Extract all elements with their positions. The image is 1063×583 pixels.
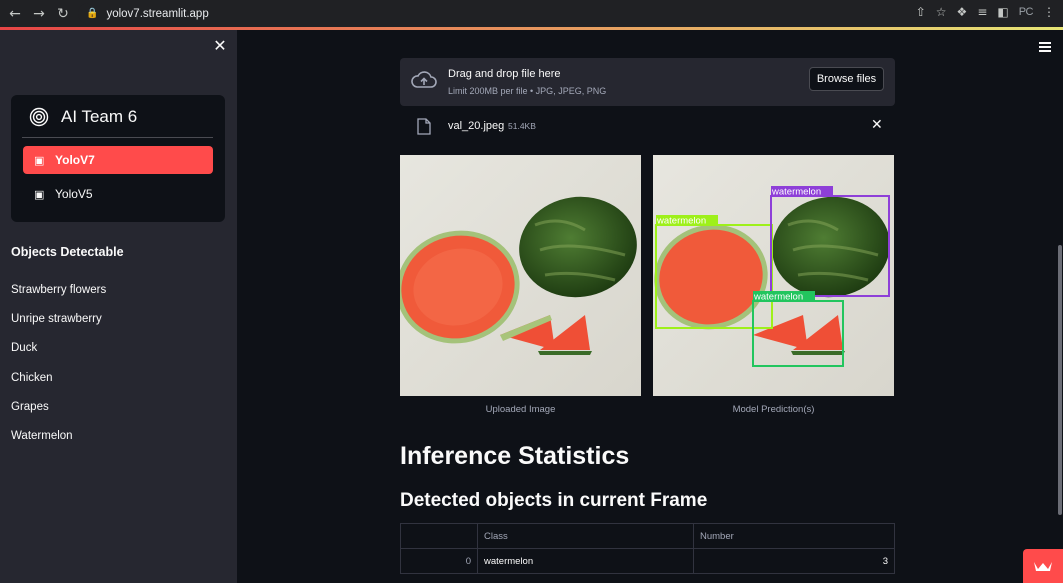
bbox-label: watermelon — [753, 292, 803, 303]
detected-objects-heading: Detected objects in current Frame — [400, 490, 708, 511]
inference-statistics-heading: Inference Statistics — [400, 442, 630, 470]
profile-avatar[interactable]: PC — [1019, 6, 1034, 18]
number-cell: 3 — [693, 548, 895, 574]
streamlit-badge[interactable] — [1023, 549, 1063, 583]
address-bar[interactable]: 🔒 yolov7.streamlit.app — [78, 3, 948, 24]
menu-item-yolov5[interactable]: ▣ YoloV5 — [23, 180, 213, 208]
menu-item-label: YoloV7 — [55, 153, 95, 167]
menu-item-label: YoloV5 — [55, 187, 93, 201]
column-header[interactable] — [400, 523, 478, 549]
menu-title: AI Team 6 — [61, 107, 138, 126]
file-size: 51.4KB — [508, 121, 536, 131]
uploader-title: Drag and drop file here — [448, 68, 561, 80]
column-header[interactable]: Number — [693, 523, 895, 549]
object-item: Unripe strawberry — [11, 313, 102, 325]
media-icon[interactable]: ≡ — [977, 5, 987, 19]
main-content: Drag and drop file here Limit 200MB per … — [237, 30, 1063, 583]
file-uploader-dropzone[interactable]: Drag and drop file here Limit 200MB per … — [400, 58, 895, 106]
objects-detectable-heading: Objects Detectable — [11, 245, 124, 259]
column-header[interactable]: Class — [477, 523, 694, 549]
crown-icon — [1034, 562, 1052, 571]
menu-divider — [22, 137, 213, 138]
browser-menu-icon[interactable]: ⋮ — [1043, 5, 1055, 19]
bookmark-star-icon[interactable]: ☆ — [936, 5, 947, 19]
lock-icon: 🔒 — [86, 8, 99, 19]
class-cell: watermelon — [477, 548, 694, 574]
share-icon[interactable]: ⇧ — [916, 5, 926, 19]
uploader-subtitle: Limit 200MB per file • JPG, JPEG, PNG — [448, 86, 607, 96]
remove-file-icon[interactable]: ✕ — [871, 117, 883, 133]
binoculars-icon: ▣ — [34, 187, 45, 201]
object-item: Duck — [11, 342, 38, 354]
object-item: Watermelon — [11, 430, 73, 442]
table-header-row: Class Number — [400, 523, 895, 549]
object-item: Strawberry flowers — [11, 284, 107, 296]
uploaded-image-caption: Uploaded Image — [485, 404, 556, 415]
bbox-label: watermelon — [656, 216, 706, 227]
cloud-upload-icon — [411, 71, 437, 88]
back-icon[interactable]: ← — [6, 5, 24, 23]
file-name: val_20.jpeg — [448, 120, 505, 132]
sidebar: ✕ AI Team 6 ▣ YoloV7 ▣ YoloV5 Objects De… — [0, 30, 237, 583]
prediction-image-caption: Model Prediction(s) — [732, 404, 815, 415]
hamburger-menu-icon[interactable] — [1039, 42, 1051, 52]
file-icon — [417, 118, 431, 135]
object-item: Chicken — [11, 372, 53, 384]
browse-files-button[interactable]: Browse files — [809, 67, 884, 91]
uploaded-file-row: val_20.jpeg 51.4KB ✕ — [400, 115, 895, 139]
detections-table: Class Number 0 watermelon 3 — [400, 523, 895, 574]
url-text: yolov7.streamlit.app — [106, 7, 209, 20]
row-index: 0 — [400, 548, 478, 574]
browser-toolbar: ← → ↻ 🔒 yolov7.streamlit.app ⇧ ☆ ❖ ≡ ◧ P… — [0, 0, 1063, 27]
option-menu: AI Team 6 ▣ YoloV7 ▣ YoloV5 — [11, 95, 225, 222]
bbox-label: watermelon — [771, 187, 821, 198]
forward-icon[interactable]: → — [30, 5, 48, 23]
menu-item-yolov7[interactable]: ▣ YoloV7 — [23, 146, 213, 174]
scrollbar-thumb[interactable] — [1058, 245, 1062, 515]
uploaded-image — [400, 155, 641, 396]
reload-icon[interactable]: ↻ — [54, 5, 72, 23]
menu-header: AI Team 6 — [29, 107, 137, 127]
target-icon — [29, 107, 49, 127]
prediction-image: watermelon watermelon watermelon — [653, 155, 894, 396]
binoculars-icon: ▣ — [34, 153, 45, 167]
table-row: 0 watermelon 3 — [400, 548, 895, 574]
close-sidebar-icon[interactable]: ✕ — [212, 38, 228, 54]
extensions-icon[interactable]: ❖ — [957, 5, 968, 19]
side-panel-icon[interactable]: ◧ — [997, 5, 1008, 19]
object-item: Grapes — [11, 401, 49, 413]
